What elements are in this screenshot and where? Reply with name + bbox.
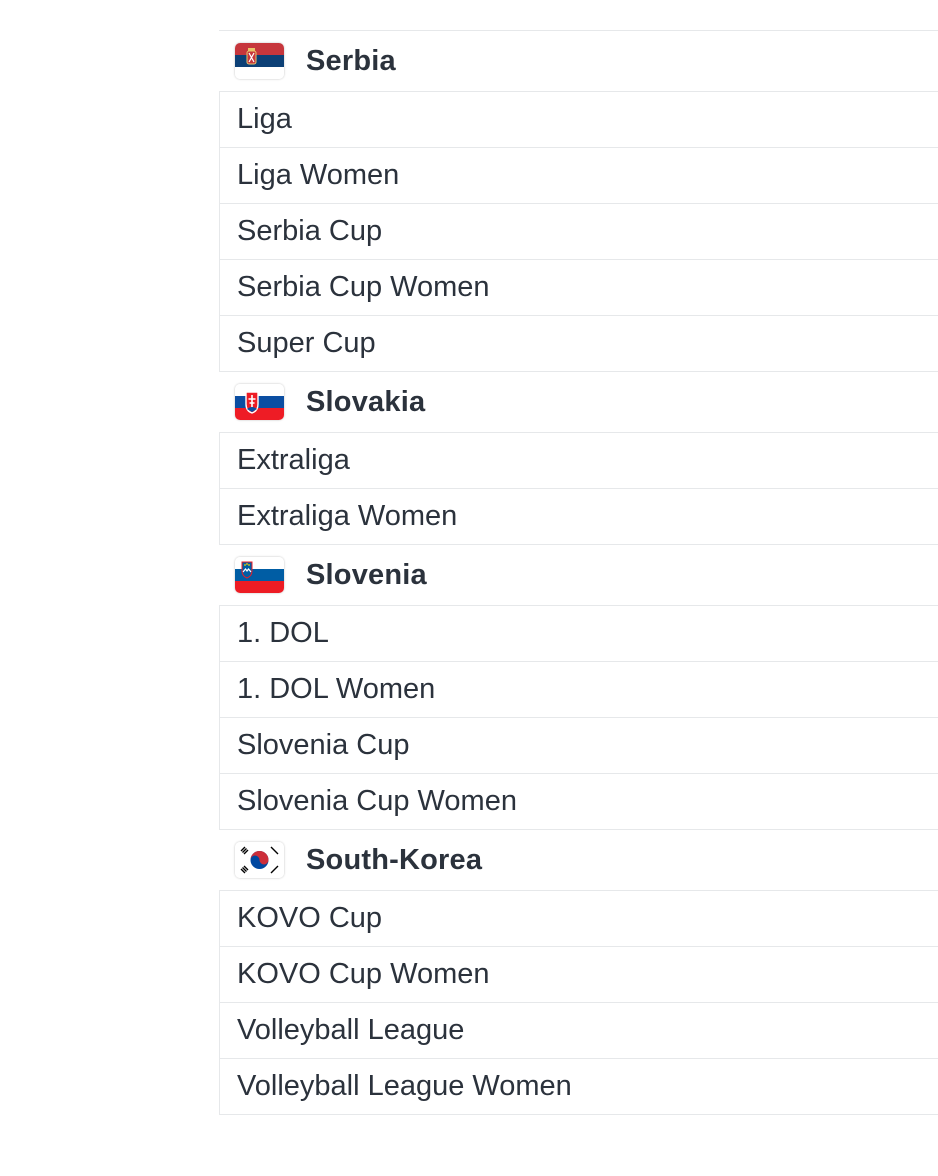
league-row[interactable]: Volleyball League: [219, 1003, 938, 1059]
league-row[interactable]: Slovenia Cup: [219, 718, 938, 774]
league-row[interactable]: Liga: [219, 92, 938, 148]
league-row[interactable]: Serbia Cup Women: [219, 260, 938, 316]
country-header-serbia[interactable]: Serbia: [219, 31, 938, 92]
league-row[interactable]: Volleyball League Women: [219, 1059, 938, 1115]
country-header-south-korea[interactable]: South-Korea: [219, 830, 938, 891]
country-name: Serbia: [306, 44, 396, 77]
south-korea-flag-icon: [235, 842, 284, 878]
serbia-flag-icon: [235, 43, 284, 79]
league-row[interactable]: 1. DOL: [219, 606, 938, 662]
country-name: South-Korea: [306, 843, 483, 876]
slovakia-flag-icon: [235, 384, 284, 420]
country-name: Slovakia: [306, 385, 426, 418]
league-name: Liga Women: [237, 159, 400, 191]
league-row[interactable]: 1. DOL Women: [219, 662, 938, 718]
league-name: Extraliga: [237, 444, 350, 476]
league-name: 1. DOL Women: [237, 673, 436, 705]
league-row[interactable]: KOVO Cup: [219, 891, 938, 947]
league-name: Serbia Cup Women: [237, 271, 490, 303]
league-row[interactable]: Liga Women: [219, 148, 938, 204]
league-row[interactable]: KOVO Cup Women: [219, 947, 938, 1003]
league-name: Extraliga Women: [237, 500, 458, 532]
league-name: Super Cup: [237, 327, 376, 359]
league-name: Serbia Cup: [237, 215, 383, 247]
league-row[interactable]: Super Cup: [219, 316, 938, 372]
league-row[interactable]: Extraliga Women: [219, 489, 938, 545]
league-row[interactable]: Slovenia Cup Women: [219, 774, 938, 830]
league-name: Volleyball League: [237, 1014, 465, 1046]
league-row[interactable]: Serbia Cup: [219, 204, 938, 260]
league-name: KOVO Cup Women: [237, 958, 490, 990]
country-header-slovenia[interactable]: Slovenia: [219, 545, 938, 606]
league-row[interactable]: Extraliga: [219, 433, 938, 489]
league-name: Slovenia Cup Women: [237, 785, 517, 817]
league-name: Volleyball League Women: [237, 1070, 572, 1102]
slovenia-flag-icon: [235, 557, 284, 593]
country-name: Slovenia: [306, 558, 427, 591]
league-name: Slovenia Cup: [237, 729, 410, 761]
league-name: 1. DOL: [237, 617, 329, 649]
league-name: KOVO Cup: [237, 902, 383, 934]
league-list: Serbia Liga Liga Women Serbia Cup Serbia…: [219, 30, 938, 1115]
country-header-slovakia[interactable]: Slovakia: [219, 372, 938, 433]
league-name: Liga: [237, 103, 292, 135]
